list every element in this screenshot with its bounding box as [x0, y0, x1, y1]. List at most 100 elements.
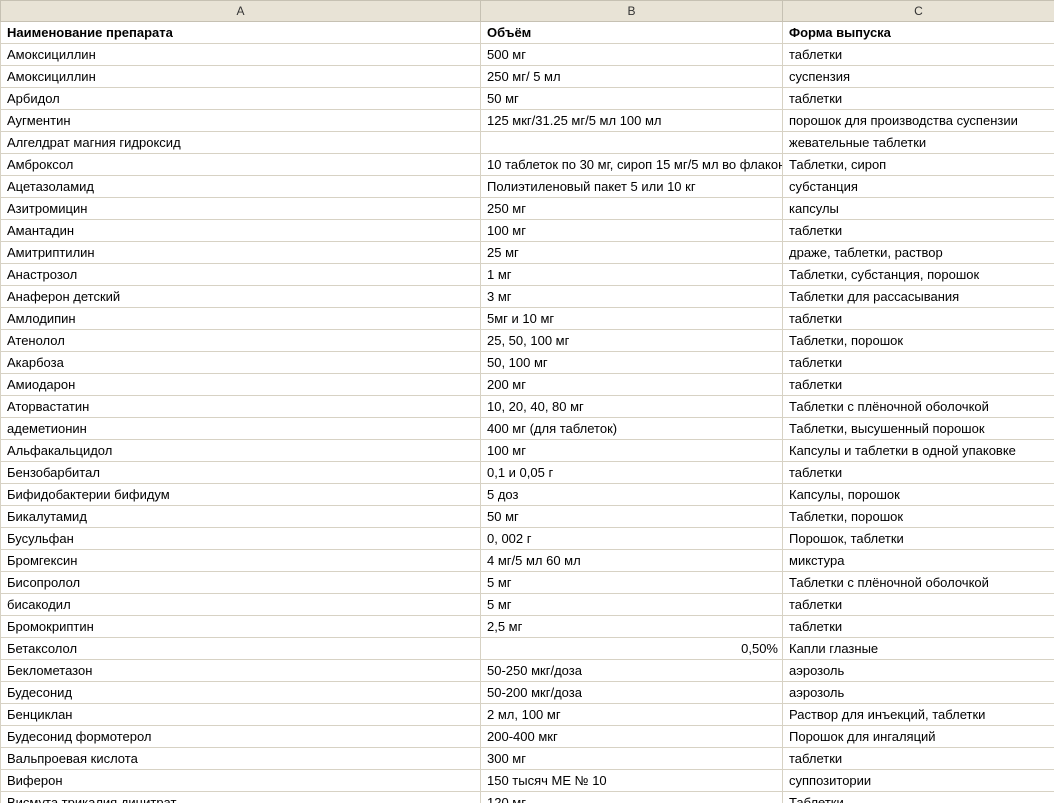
volume-cell[interactable]: 10, 20, 40, 80 мг — [481, 396, 783, 418]
volume-cell[interactable]: 50 мг — [481, 506, 783, 528]
header-volume-cell[interactable]: Объём — [481, 22, 783, 44]
form-cell[interactable]: суппозитории — [783, 770, 1054, 792]
volume-cell[interactable]: 4 мг/5 мл 60 мл — [481, 550, 783, 572]
name-cell[interactable]: Вальпроевая кислота — [1, 748, 481, 770]
column-header-B[interactable]: B — [481, 1, 783, 22]
name-cell[interactable]: Атенолол — [1, 330, 481, 352]
form-cell[interactable]: Таблетки, порошок — [783, 506, 1054, 528]
form-cell[interactable]: Таблетки, сироп — [783, 154, 1054, 176]
name-cell[interactable]: Бенциклан — [1, 704, 481, 726]
form-cell[interactable]: аэрозоль — [783, 682, 1054, 704]
name-cell[interactable]: Амоксициллин — [1, 44, 481, 66]
form-cell[interactable]: таблетки — [783, 352, 1054, 374]
volume-cell[interactable]: 5 доз — [481, 484, 783, 506]
volume-cell[interactable]: 3 мг — [481, 286, 783, 308]
name-cell[interactable]: Амлодипин — [1, 308, 481, 330]
volume-cell[interactable]: 0,1 и 0,05 г — [481, 462, 783, 484]
volume-cell[interactable]: 200 мг — [481, 374, 783, 396]
header-name-cell[interactable]: Наименование препарата — [1, 22, 481, 44]
volume-cell[interactable]: 400 мг (для таблеток) — [481, 418, 783, 440]
volume-cell[interactable]: 300 мг — [481, 748, 783, 770]
name-cell[interactable]: Бисопролол — [1, 572, 481, 594]
form-cell[interactable]: Таблетки для рассасывания — [783, 286, 1054, 308]
volume-cell[interactable]: 50 мг — [481, 88, 783, 110]
name-cell[interactable]: Беклометазон — [1, 660, 481, 682]
volume-cell[interactable]: 50-200 мкг/доза — [481, 682, 783, 704]
name-cell[interactable]: Алгелдрат магния гидроксид — [1, 132, 481, 154]
name-cell[interactable]: Амантадин — [1, 220, 481, 242]
form-cell[interactable]: таблетки — [783, 748, 1054, 770]
name-cell[interactable]: Аторвастатин — [1, 396, 481, 418]
form-cell[interactable]: таблетки — [783, 594, 1054, 616]
volume-cell[interactable]: 500 мг — [481, 44, 783, 66]
volume-cell[interactable]: 25, 50, 100 мг — [481, 330, 783, 352]
name-cell[interactable]: Будесонид формотерол — [1, 726, 481, 748]
volume-cell[interactable]: 125 мкг/31.25 мг/5 мл 100 мл — [481, 110, 783, 132]
name-cell[interactable]: Бромгексин — [1, 550, 481, 572]
form-cell[interactable]: жевательные таблетки — [783, 132, 1054, 154]
volume-cell[interactable]: 120 мг — [481, 792, 783, 803]
volume-cell[interactable]: 250 мг/ 5 мл — [481, 66, 783, 88]
form-cell[interactable]: таблетки — [783, 616, 1054, 638]
name-cell[interactable]: Бифидобактерии бифидум — [1, 484, 481, 506]
name-cell[interactable]: Амоксициллин — [1, 66, 481, 88]
header-form-cell[interactable]: Форма выпуска — [783, 22, 1054, 44]
form-cell[interactable]: таблетки — [783, 220, 1054, 242]
form-cell[interactable]: суспензия — [783, 66, 1054, 88]
volume-cell[interactable]: 50-250 мкг/доза — [481, 660, 783, 682]
form-cell[interactable]: таблетки — [783, 88, 1054, 110]
volume-cell[interactable]: 150 тысяч МЕ № 10 — [481, 770, 783, 792]
name-cell[interactable]: Бромокриптин — [1, 616, 481, 638]
name-cell[interactable]: Анаферон детский — [1, 286, 481, 308]
form-cell[interactable]: таблетки — [783, 462, 1054, 484]
name-cell[interactable]: Ацетазоламид — [1, 176, 481, 198]
volume-cell[interactable]: 2 мл, 100 мг — [481, 704, 783, 726]
name-cell[interactable]: Арбидол — [1, 88, 481, 110]
volume-cell[interactable]: 5 мг — [481, 572, 783, 594]
name-cell[interactable]: Азитромицин — [1, 198, 481, 220]
name-cell[interactable]: Амброксол — [1, 154, 481, 176]
form-cell[interactable]: Таблетки — [783, 792, 1054, 803]
volume-cell[interactable] — [481, 132, 783, 154]
form-cell[interactable]: Таблетки, порошок — [783, 330, 1054, 352]
volume-cell[interactable]: 0,50% — [481, 638, 783, 660]
volume-cell[interactable]: 2,5 мг — [481, 616, 783, 638]
volume-cell[interactable]: 25 мг — [481, 242, 783, 264]
name-cell[interactable]: Виферон — [1, 770, 481, 792]
form-cell[interactable]: Капсулы и таблетки в одной упаковке — [783, 440, 1054, 462]
volume-cell[interactable]: 100 мг — [481, 220, 783, 242]
volume-cell[interactable]: 1 мг — [481, 264, 783, 286]
form-cell[interactable]: Таблетки, высушенный порошок — [783, 418, 1054, 440]
volume-cell[interactable]: 100 мг — [481, 440, 783, 462]
volume-cell[interactable]: 50, 100 мг — [481, 352, 783, 374]
name-cell[interactable]: Акарбоза — [1, 352, 481, 374]
column-header-C[interactable]: C — [783, 1, 1054, 22]
name-cell[interactable]: адеметионин — [1, 418, 481, 440]
form-cell[interactable]: Таблетки с плёночной оболочкой — [783, 572, 1054, 594]
form-cell[interactable]: Порошок для ингаляций — [783, 726, 1054, 748]
name-cell[interactable]: Бусульфан — [1, 528, 481, 550]
form-cell[interactable]: Таблетки с плёночной оболочкой — [783, 396, 1054, 418]
form-cell[interactable]: Таблетки, субстанция, порошок — [783, 264, 1054, 286]
name-cell[interactable]: Бензобарбитал — [1, 462, 481, 484]
volume-cell[interactable]: 5мг и 10 мг — [481, 308, 783, 330]
name-cell[interactable]: Бикалутамид — [1, 506, 481, 528]
name-cell[interactable]: Анастрозол — [1, 264, 481, 286]
name-cell[interactable]: Амиодарон — [1, 374, 481, 396]
form-cell[interactable]: капсулы — [783, 198, 1054, 220]
name-cell[interactable]: Альфакальцидол — [1, 440, 481, 462]
form-cell[interactable]: Капсулы, порошок — [783, 484, 1054, 506]
name-cell[interactable]: Висмута трикалия дицитрат — [1, 792, 481, 803]
form-cell[interactable]: Капли глазные — [783, 638, 1054, 660]
volume-cell[interactable]: 10 таблеток по 30 мг, сироп 15 мг/5 мл в… — [481, 154, 783, 176]
form-cell[interactable]: микстура — [783, 550, 1054, 572]
form-cell[interactable]: таблетки — [783, 374, 1054, 396]
form-cell[interactable]: драже, таблетки, раствор — [783, 242, 1054, 264]
volume-cell[interactable]: 5 мг — [481, 594, 783, 616]
name-cell[interactable]: Будесонид — [1, 682, 481, 704]
volume-cell[interactable]: 200-400 мкг — [481, 726, 783, 748]
form-cell[interactable]: таблетки — [783, 308, 1054, 330]
form-cell[interactable]: субстанция — [783, 176, 1054, 198]
form-cell[interactable]: аэрозоль — [783, 660, 1054, 682]
form-cell[interactable]: Раствор для инъекций, таблетки — [783, 704, 1054, 726]
